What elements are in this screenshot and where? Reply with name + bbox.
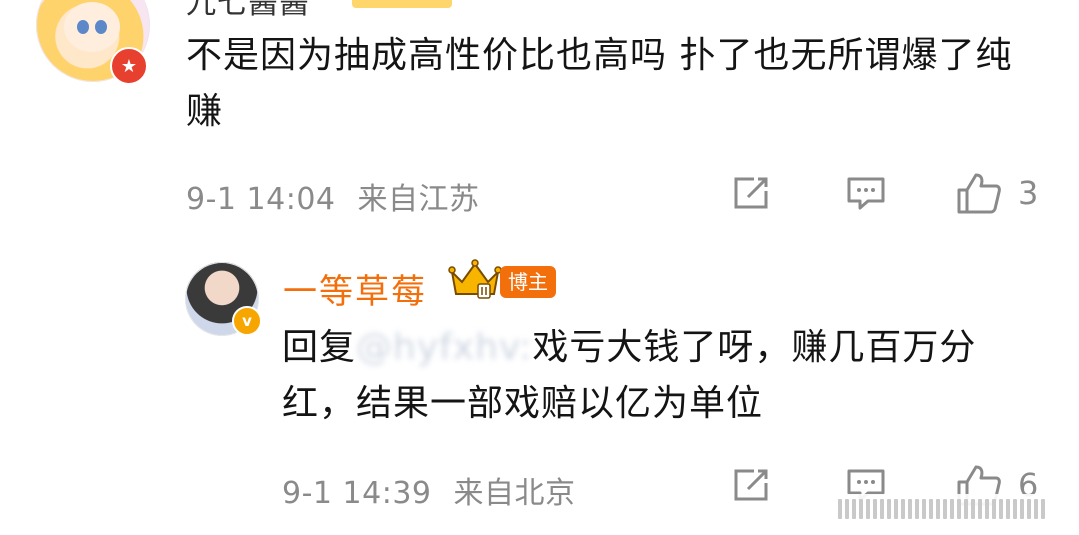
comment-location: 来自江苏 [357, 182, 480, 217]
avatar-eye [77, 20, 89, 34]
reply-username[interactable]: 一等草莓 [283, 264, 427, 313]
comment-username[interactable]: 九七酱酱 [186, 0, 310, 22]
author-badge: 博主 [500, 266, 556, 298]
repost-icon [734, 177, 768, 209]
thumbs-up-icon [957, 173, 1001, 214]
repost-icon [734, 469, 768, 501]
repost-button[interactable] [732, 176, 772, 210]
comment-meta: 9-1 14:04 来自江苏 [186, 174, 480, 218]
watermark [832, 494, 1078, 524]
mention-link[interactable]: @hyfxhv: [356, 327, 532, 368]
comment-text: 不是因为抽成高性价比也高吗 扑了也无所谓爆了纯赚 [186, 35, 1013, 132]
like-button[interactable] [956, 172, 1002, 214]
user-level-badge [352, 0, 452, 8]
reply-prefix: 回复 [282, 327, 357, 368]
like-count: 3 [1018, 174, 1039, 212]
crown-icon [448, 258, 502, 300]
comment-icon [847, 177, 885, 210]
reply-location: 来自北京 [453, 476, 576, 511]
avatar-face [64, 2, 120, 52]
reply-timestamp: 9-1 14:39 [282, 476, 432, 511]
reply-text: 回复@hyfxhv:戏亏大钱了呀，赚几百万分红，结果一部戏赔以亿为单位 [282, 320, 1042, 432]
verified-v-icon: v [232, 306, 262, 336]
verified-star-icon: ★ [110, 47, 148, 85]
comment-timestamp: 9-1 14:04 [186, 182, 336, 217]
repost-button[interactable] [732, 468, 772, 502]
avatar-eye [95, 20, 107, 34]
reply-button[interactable] [846, 176, 886, 210]
reply-meta: 9-1 14:39 来自北京 [282, 468, 576, 512]
